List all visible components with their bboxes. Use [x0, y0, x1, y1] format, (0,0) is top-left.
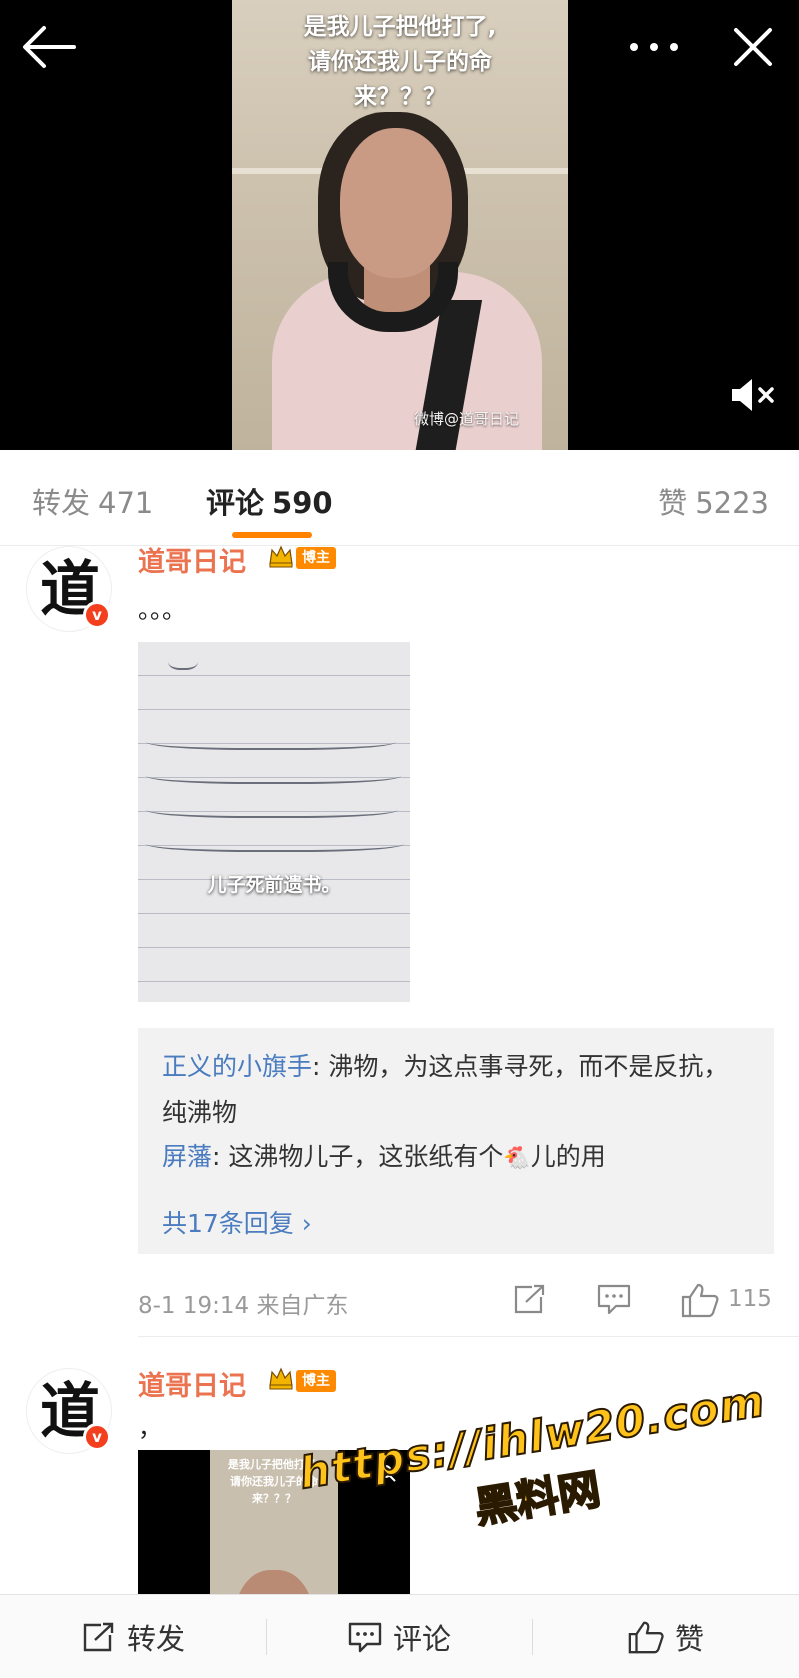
back-arrow-icon[interactable] — [20, 22, 78, 72]
reply-item: 屏藩: 这沸物儿子，这张纸有个🐔儿的用 — [162, 1134, 752, 1182]
close-icon[interactable] — [728, 22, 778, 72]
comment-label: 评论 — [392, 1622, 451, 1656]
comment-source: 来自广东 — [256, 1293, 349, 1319]
verified-badge-icon: v — [83, 1423, 111, 1451]
more-options-icon[interactable] — [624, 22, 684, 72]
reply-preview[interactable]: 正义的小旗手: 沸物，为这点事寻死，而不是反抗，纯沸物 屏藩: 这沸物儿子，这张… — [138, 1028, 774, 1254]
active-tab-indicator — [232, 532, 312, 538]
repost-button[interactable]: 转发 — [0, 1595, 266, 1678]
comment-icon — [348, 1622, 382, 1653]
view-all-replies-link[interactable]: 共17条回复 › — [162, 1204, 312, 1240]
verified-badge-icon: v — [83, 601, 111, 629]
divider — [138, 1336, 799, 1337]
tab-likes[interactable]: 赞 5223 — [658, 480, 769, 522]
comment-text: 。。。 — [138, 596, 186, 624]
tab-comments[interactable]: 评论 590 — [206, 480, 333, 522]
comment-author[interactable]: 道哥日记 — [138, 1364, 246, 1403]
comment-button[interactable]: 评论 — [266, 1595, 532, 1678]
comment-count: 590 — [272, 486, 333, 520]
comment-time: 8-1 19:14 — [138, 1293, 250, 1319]
image-caption: 儿子死前遗书。 — [207, 874, 341, 896]
share-icon — [83, 1622, 114, 1652]
comment-tabs: 转发 471 评论 590 赞 5223 — [0, 450, 799, 546]
blogger-badge: 博主 — [296, 547, 336, 569]
repost-count: 471 — [98, 486, 154, 520]
reply-item: 正义的小旗手: 沸物，为这点事寻死，而不是反抗，纯沸物 — [162, 1044, 752, 1136]
comment-like-count: 115 — [728, 1286, 772, 1312]
avatar[interactable]: 道 v — [26, 1368, 112, 1454]
share-icon[interactable] — [512, 1282, 548, 1316]
video-caption: 是我儿子把他打了, 请你还我儿子的命 来？？？ — [303, 14, 497, 110]
crown-icon — [269, 1367, 293, 1390]
repost-label: 转发 — [126, 1622, 185, 1656]
reply-author[interactable]: 屏藩 — [162, 1142, 212, 1171]
crown-icon — [269, 545, 293, 568]
comment-author[interactable]: 道哥日记 — [138, 540, 246, 579]
video-player[interactable]: 是我儿子把他打了, 请你还我儿子的命 来？？？ 微博@道哥日记 — [0, 0, 799, 450]
chicken-emoji-icon: 🐔 — [503, 1146, 531, 1171]
video-watermark: 微博@道哥日记 — [414, 410, 520, 428]
comment-meta: 8-1 19:14 来自广东 — [138, 1286, 348, 1320]
avatar[interactable]: 道 v — [26, 546, 112, 632]
comment-text: ， — [138, 1414, 162, 1442]
tab-repost[interactable]: 转发 471 — [32, 480, 153, 522]
like-button[interactable]: 赞 — [532, 1595, 799, 1678]
reply-author[interactable]: 正义的小旗手 — [162, 1052, 312, 1081]
like-count: 5223 — [695, 486, 769, 520]
mute-icon[interactable] — [730, 376, 780, 414]
reply-text: : 这沸物儿子，这张纸有个 — [212, 1142, 504, 1171]
comment-image[interactable]: 儿子死前遗书。 — [138, 642, 410, 1002]
bottom-action-bar: 转发 评论 赞 — [0, 1594, 799, 1678]
blogger-badge: 博主 — [296, 1370, 336, 1392]
thumbs-up-icon — [628, 1621, 664, 1654]
comment-item: 道 v 道哥日记 博主 。。。 儿子死前遗书。 正义的小旗手: 沸物，为这点事寻… — [0, 545, 799, 1337]
reply-text: 儿的用 — [530, 1142, 606, 1171]
thumbs-up-icon[interactable] — [680, 1282, 720, 1318]
reply-comment-icon[interactable] — [596, 1282, 632, 1316]
like-label: 赞 — [674, 1622, 704, 1656]
